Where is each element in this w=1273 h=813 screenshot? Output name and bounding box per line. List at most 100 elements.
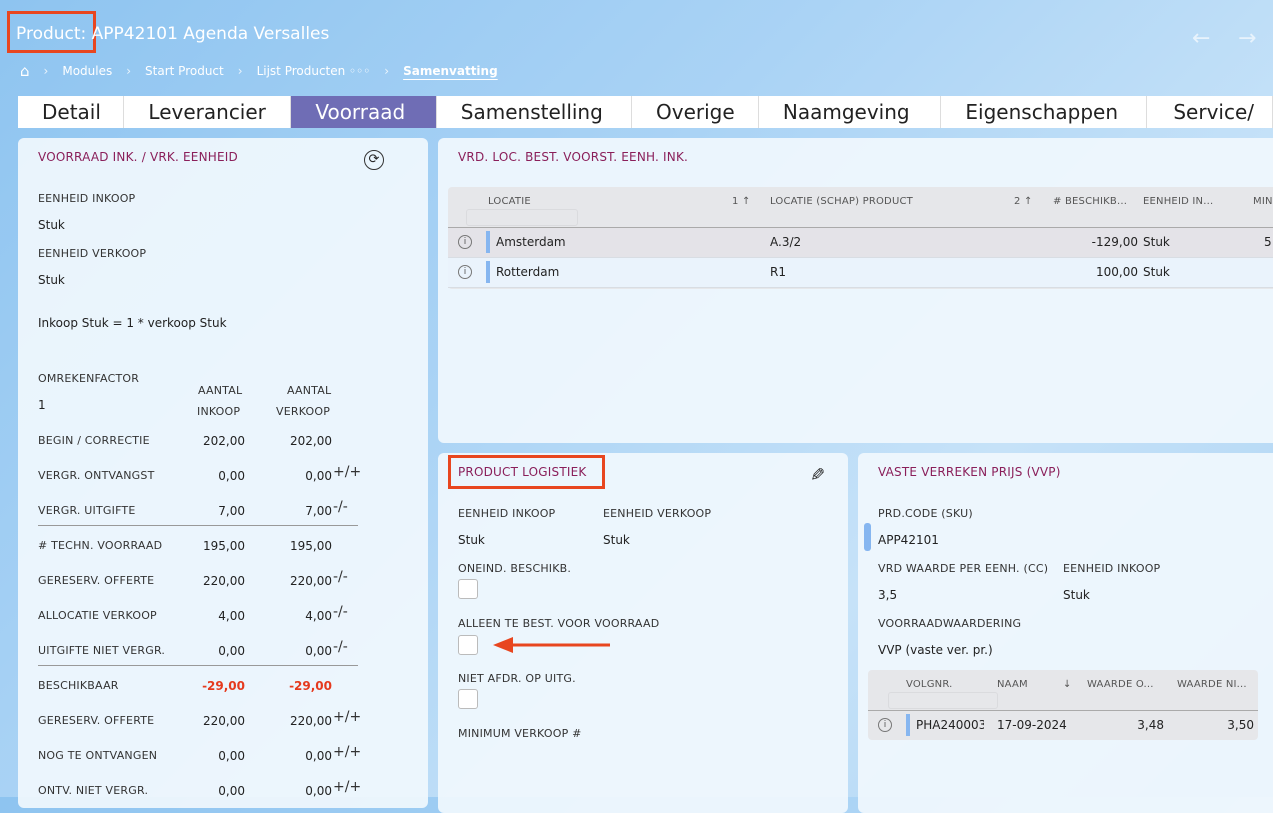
stock-row-label: BEGIN / CORRECTIE bbox=[38, 434, 150, 447]
operator-sign: -/- bbox=[333, 569, 348, 585]
sort-indicator[interactable]: 1 ↑ bbox=[732, 196, 751, 207]
crumb-samenvatting: Samenvatting bbox=[403, 64, 498, 78]
col-header: VERKOOP bbox=[276, 405, 331, 418]
stock-row-label: UITGIFTE NIET VERGR. bbox=[38, 644, 166, 657]
operator-sign: +/+ bbox=[333, 464, 362, 480]
tab-leverancier[interactable]: Leverancier bbox=[124, 96, 292, 128]
table-row[interactable]: i PHA240003 17-09-2024 3,48 3,50 bbox=[868, 711, 1258, 740]
crumb-modules[interactable]: Modules bbox=[62, 64, 112, 78]
row-indicator bbox=[486, 231, 490, 253]
scroll-handle[interactable] bbox=[864, 523, 871, 551]
aantal-inkoop-value: 4,00 bbox=[218, 609, 245, 623]
locations-table: LOCATIE 1 ↑ LOCATIE (SCHAP) PRODUCT 2 ↑ … bbox=[448, 187, 1273, 289]
table-row[interactable]: i Amsterdam A.3/2 -129,00 Stuk 5 bbox=[448, 228, 1273, 258]
column-header[interactable]: EENHEID IN... bbox=[1143, 196, 1213, 207]
eenheid-verkoop-label: EENHEID VERKOOP bbox=[38, 247, 147, 260]
arrow-annotation-icon bbox=[493, 637, 610, 653]
omrekenfactor-label: OMREKENFACTOR bbox=[38, 372, 140, 385]
refresh-icon[interactable]: ⟳ bbox=[364, 150, 384, 170]
eenheid-value: Stuk bbox=[1063, 588, 1090, 602]
column-header[interactable]: WAARDE NI... bbox=[1177, 679, 1247, 690]
naam-cell: 17-09-2024 bbox=[997, 718, 1067, 732]
aantal-verkoop-value: 195,00 bbox=[290, 539, 332, 553]
column-header[interactable]: LOCATIE (SCHAP) PRODUCT bbox=[770, 196, 913, 207]
alleen-te-best-checkbox[interactable] bbox=[458, 635, 478, 655]
aantal-verkoop-value: 0,00 bbox=[305, 749, 332, 763]
locations-panel: VRD. LOC. BEST. VOORST. EENH. INK. LOCAT… bbox=[438, 138, 1273, 443]
product-logistiek-panel: PRODUCT LOGISTIEK ✎ EENHEID INKOOP Stuk … bbox=[438, 453, 848, 813]
voorraad-panel: VOORRAAD INK. / VRK. EENHEID ⟳ EENHEID I… bbox=[18, 138, 428, 808]
tab-service[interactable]: Service/ bbox=[1147, 96, 1273, 128]
forward-arrow-icon[interactable]: → bbox=[1238, 26, 1256, 51]
filter-input[interactable] bbox=[466, 209, 578, 226]
aantal-inkoop-value: 202,00 bbox=[203, 434, 245, 448]
stock-row-label: VERGR. ONTVANGST bbox=[38, 469, 155, 482]
info-icon[interactable]: i bbox=[458, 235, 472, 249]
tab-voorraad[interactable]: Voorraad bbox=[291, 96, 437, 128]
aantal-verkoop-value: 4,00 bbox=[305, 609, 332, 623]
waarde-n-cell: 3,50 bbox=[1227, 718, 1254, 732]
stock-row-label: NOG TE ONTVANGEN bbox=[38, 749, 158, 762]
info-icon[interactable]: i bbox=[878, 718, 892, 732]
operator-sign: -/- bbox=[333, 639, 348, 655]
volgnr-cell: PHA240003 bbox=[916, 718, 984, 732]
operator-sign: -/- bbox=[333, 499, 348, 515]
operator-sign: -/- bbox=[333, 604, 348, 620]
column-header[interactable]: # BESCHIKB... bbox=[1053, 196, 1127, 207]
aantal-inkoop-value: 0,00 bbox=[218, 784, 245, 798]
stock-row-label: BESCHIKBAAR bbox=[38, 679, 119, 692]
tab-eigenschappen[interactable]: Eigenschappen bbox=[941, 96, 1148, 128]
aantal-verkoop-value: 0,00 bbox=[305, 469, 332, 483]
divider bbox=[38, 525, 358, 526]
stock-row-label: ALLOCATIE VERKOOP bbox=[38, 609, 157, 622]
column-header[interactable]: MIN bbox=[1253, 196, 1273, 207]
info-icon[interactable]: i bbox=[458, 265, 472, 279]
oneind-beschikb-checkbox[interactable] bbox=[458, 579, 478, 599]
tab-samenstelling[interactable]: Samenstelling bbox=[437, 96, 632, 128]
crumb-lijst-producten[interactable]: Lijst Producten ◦◦◦ bbox=[257, 64, 371, 78]
operator-sign: +/+ bbox=[333, 744, 362, 760]
omrekenfactor-value: 1 bbox=[38, 398, 46, 412]
stock-row-label: ONTV. NIET VERGR. bbox=[38, 784, 149, 797]
eenheid-verkoop-value: Stuk bbox=[603, 533, 630, 547]
aantal-verkoop-value: 7,00 bbox=[305, 504, 332, 518]
edit-pencil-icon[interactable]: ✎ bbox=[810, 465, 825, 486]
col-header: INKOOP bbox=[197, 405, 241, 418]
aantal-inkoop-value: -29,00 bbox=[202, 679, 245, 693]
schap-cell: A.3/2 bbox=[770, 235, 802, 249]
tab-detail[interactable]: Detail bbox=[18, 96, 125, 128]
niet-afdr-checkbox[interactable] bbox=[458, 689, 478, 709]
column-header[interactable]: WAARDE O... bbox=[1087, 679, 1154, 690]
minimum-verkoop-label: MINIMUM VERKOOP # bbox=[458, 727, 582, 740]
waarde-value: 3,5 bbox=[878, 588, 898, 602]
crumb-start-product[interactable]: Start Product bbox=[145, 64, 224, 78]
column-header[interactable]: LOCATIE bbox=[488, 196, 531, 207]
sort-indicator[interactable]: ↓ bbox=[1063, 679, 1072, 690]
operator-sign: +/+ bbox=[333, 709, 362, 725]
eenheid-cell: Stuk bbox=[1143, 265, 1170, 279]
column-header[interactable]: VOLGNR. bbox=[906, 679, 953, 690]
waarde-o-cell: 3,48 bbox=[1137, 718, 1164, 732]
aantal-inkoop-value: 220,00 bbox=[203, 714, 245, 728]
stock-row-label: GERESERV. OFFERTE bbox=[38, 714, 155, 727]
vvp-table: VOLGNR. NAAM ↓ WAARDE O... WAARDE NI... … bbox=[868, 670, 1258, 740]
min-cell: 5 bbox=[1264, 235, 1272, 249]
tab-naamgeving[interactable]: Naamgeving bbox=[759, 96, 942, 128]
table-row[interactable]: i Rotterdam R1 100,00 Stuk bbox=[448, 258, 1273, 288]
operator-sign: +/+ bbox=[333, 779, 362, 795]
home-icon[interactable]: ⌂ bbox=[20, 62, 30, 80]
row-indicator bbox=[906, 714, 910, 736]
back-arrow-icon[interactable]: ← bbox=[1192, 26, 1210, 51]
panel-title: VRD. LOC. BEST. VOORST. EENH. INK. bbox=[458, 150, 689, 164]
tab-bar: Detail Leverancier Voorraad Samenstellin… bbox=[18, 96, 1273, 128]
sort-indicator[interactable]: 2 ↑ bbox=[1014, 196, 1033, 207]
eenheid-cell: Stuk bbox=[1143, 235, 1170, 249]
conversion-text: Inkoop Stuk = 1 * verkoop Stuk bbox=[38, 316, 227, 330]
beschikbaar-cell: 100,00 bbox=[1096, 265, 1138, 279]
stock-row-label: GERESERV. OFFERTE bbox=[38, 574, 155, 587]
eenheid-inkoop-value: Stuk bbox=[38, 218, 65, 232]
column-header[interactable]: NAAM bbox=[997, 679, 1028, 690]
schap-cell: R1 bbox=[770, 265, 786, 279]
tab-overige[interactable]: Overige bbox=[632, 96, 759, 128]
filter-input[interactable] bbox=[888, 692, 998, 709]
